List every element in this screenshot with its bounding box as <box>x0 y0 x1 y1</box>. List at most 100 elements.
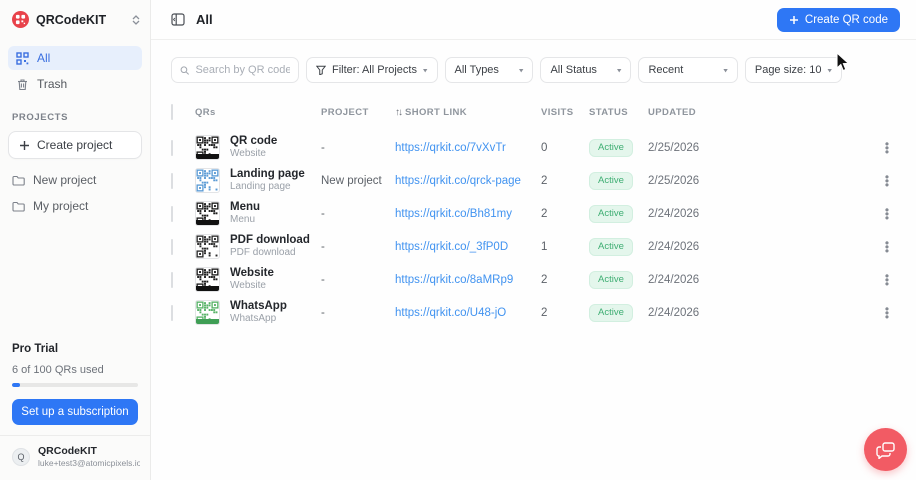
funnel-icon <box>316 65 326 75</box>
page-title: All <box>196 12 777 27</box>
main-content: All Create QR code Filter: All Projects … <box>151 0 916 480</box>
status-filter-dropdown[interactable]: All Status ▾ <box>540 57 631 83</box>
row-menu-button[interactable]: ••• <box>874 241 900 253</box>
plan-name: Pro Trial <box>12 343 138 355</box>
page-size-dropdown[interactable]: Page size: 10 ▾ <box>745 57 842 83</box>
updated-cell: 2/25/2026 <box>648 142 744 154</box>
row-menu-button[interactable]: ••• <box>874 208 900 220</box>
search-icon <box>180 65 189 76</box>
short-link[interactable]: https://qrkit.co/Bh81my <box>395 208 541 220</box>
type-filter-label: All Types <box>455 64 499 76</box>
chevron-down-icon: ▾ <box>723 66 728 75</box>
row-menu-button[interactable]: ••• <box>874 274 900 286</box>
project-label: My project <box>33 199 88 213</box>
qr-name: Landing page <box>230 168 305 182</box>
column-header-short-link[interactable]: ↑↓ SHORT LINK <box>395 107 541 118</box>
sidebar-project-new-project[interactable]: New project <box>0 167 150 193</box>
qr-thumbnail <box>195 300 220 325</box>
visits-cell: 2 <box>541 175 589 187</box>
updated-cell: 2/24/2026 <box>648 274 744 286</box>
visits-cell: 2 <box>541 307 589 319</box>
app-title: QRCodeKIT <box>36 13 125 27</box>
plan-usage-text: 6 of 100 QRs used <box>12 364 138 376</box>
plus-icon <box>789 15 799 25</box>
project-filter-dropdown[interactable]: Filter: All Projects ▾ <box>306 57 438 83</box>
sort-dropdown[interactable]: Recent ▾ <box>638 57 737 83</box>
qr-type: Menu <box>230 214 260 226</box>
qr-name: WhatsApp <box>230 300 287 314</box>
workspace-caret-icon[interactable] <box>132 15 140 25</box>
project-cell: - <box>321 307 395 319</box>
chat-bubbles-icon <box>876 441 896 459</box>
page-size-label: Page size: 10 <box>755 64 822 76</box>
chat-widget-button[interactable] <box>864 428 907 471</box>
sidebar-item-label: Trash <box>37 77 67 91</box>
updated-cell: 2/25/2026 <box>648 175 744 187</box>
short-link[interactable]: https://qrkit.co/qrck-page <box>395 175 541 187</box>
sidebar-item-all[interactable]: All <box>8 46 142 70</box>
status-filter-label: All Status <box>550 64 596 76</box>
usage-progress-fill <box>12 383 20 387</box>
column-header-qrs: QRs <box>195 107 321 118</box>
table-row: Website Website - https://qrkit.co/8aMRp… <box>171 263 900 296</box>
row-checkbox[interactable] <box>171 272 173 288</box>
column-header-updated: UPDATED <box>648 107 744 118</box>
workspace-switcher[interactable]: QRCodeKIT <box>0 0 150 38</box>
short-link[interactable]: https://qrkit.co/7vXvTr <box>395 142 541 154</box>
row-checkbox[interactable] <box>171 173 173 189</box>
sidebar: QRCodeKIT All Trash PROJECTS Create proj… <box>0 0 151 480</box>
type-filter-dropdown[interactable]: All Types ▾ <box>445 57 534 83</box>
qr-type: PDF download <box>230 247 310 259</box>
subscribe-button[interactable]: Set up a subscription <box>12 399 138 425</box>
visits-cell: 2 <box>541 274 589 286</box>
table-row: Landing page Landing page New project ht… <box>171 164 900 197</box>
qr-thumbnail <box>195 201 220 226</box>
app-logo-icon <box>12 11 29 28</box>
row-menu-button[interactable]: ••• <box>874 175 900 187</box>
select-all-checkbox[interactable] <box>171 104 173 120</box>
table-row: Menu Menu - https://qrkit.co/Bh81my 2 Ac… <box>171 197 900 230</box>
chevron-down-icon: ▾ <box>617 66 622 75</box>
sidebar-item-trash[interactable]: Trash <box>8 72 142 96</box>
row-menu-button[interactable]: ••• <box>874 142 900 154</box>
qr-thumbnail <box>195 234 220 259</box>
status-badge: Active <box>589 205 633 223</box>
folder-icon <box>12 175 25 186</box>
create-qr-code-label: Create QR code <box>805 14 888 26</box>
chevron-down-icon: ▾ <box>828 66 833 75</box>
row-checkbox[interactable] <box>171 206 173 222</box>
row-menu-button[interactable]: ••• <box>874 307 900 319</box>
page-header: All Create QR code <box>151 0 916 40</box>
qr-thumbnail <box>195 135 220 160</box>
search-input[interactable] <box>195 64 290 76</box>
sidebar-project-my-project[interactable]: My project <box>0 193 150 219</box>
collapse-sidebar-icon[interactable] <box>171 13 185 26</box>
account-menu[interactable]: Q QRCodeKIT luke+test3@atomicpixels.io <box>0 435 150 480</box>
qr-type: Website <box>230 280 274 292</box>
create-project-label: Create project <box>37 138 112 152</box>
row-checkbox[interactable] <box>171 305 173 321</box>
avatar: Q <box>12 448 30 466</box>
updated-cell: 2/24/2026 <box>648 241 744 253</box>
short-link[interactable]: https://qrkit.co/U48-jO <box>395 307 541 319</box>
qr-table: QRs PROJECT ↑↓ SHORT LINK VISITS STATUS … <box>151 83 916 329</box>
create-qr-code-button[interactable]: Create QR code <box>777 8 900 32</box>
search-box <box>171 57 299 83</box>
usage-progress-bar <box>12 383 138 387</box>
visits-cell: 2 <box>541 208 589 220</box>
account-email: luke+test3@atomicpixels.io <box>38 458 140 469</box>
qr-thumbnail <box>195 168 220 193</box>
qr-thumbnail <box>195 267 220 292</box>
plus-icon <box>19 140 30 151</box>
project-cell: - <box>321 208 395 220</box>
short-link[interactable]: https://qrkit.co/_3fP0D <box>395 241 541 253</box>
trash-icon <box>16 78 29 91</box>
row-checkbox[interactable] <box>171 239 173 255</box>
project-cell: - <box>321 274 395 286</box>
row-checkbox[interactable] <box>171 140 173 156</box>
project-cell: New project <box>321 175 395 187</box>
short-link[interactable]: https://qrkit.co/8aMRp9 <box>395 274 541 286</box>
project-label: New project <box>33 173 96 187</box>
create-project-button[interactable]: Create project <box>8 131 142 159</box>
qr-type: WhatsApp <box>230 313 287 325</box>
